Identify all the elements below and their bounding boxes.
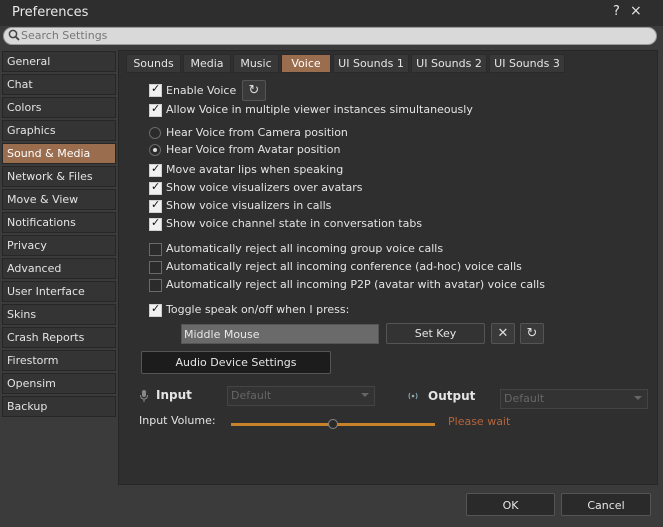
input-volume-label: Input Volume: bbox=[139, 414, 216, 427]
input-device-dropdown[interactable]: Default bbox=[227, 386, 375, 406]
toggle-speak-label: Toggle speak on/off when I press: bbox=[166, 303, 350, 316]
multi-instance-checkbox[interactable] bbox=[149, 102, 162, 117]
vis-avatars-checkbox[interactable] bbox=[149, 180, 162, 195]
hear-avatar-radio[interactable] bbox=[149, 144, 161, 156]
sidebar-item-privacy[interactable]: Privacy bbox=[2, 235, 116, 256]
chevron-down-icon bbox=[361, 393, 369, 397]
tab-voice[interactable]: Voice bbox=[281, 54, 331, 73]
chevron-down-icon bbox=[634, 396, 642, 400]
sidebar-item-notifications[interactable]: Notifications bbox=[2, 212, 116, 233]
input-volume-slider[interactable] bbox=[231, 419, 435, 429]
enable-voice-label: Enable Voice bbox=[166, 84, 237, 97]
reset-key-button[interactable]: ↻ bbox=[520, 323, 544, 344]
vis-calls-label: Show voice visualizers in calls bbox=[166, 199, 332, 212]
cancel-button[interactable]: Cancel bbox=[561, 493, 651, 516]
hear-camera-radio[interactable] bbox=[149, 127, 161, 139]
reject-conference-checkbox[interactable] bbox=[149, 261, 162, 274]
reject-p2p-checkbox[interactable] bbox=[149, 279, 162, 292]
channel-state-checkbox[interactable] bbox=[149, 216, 162, 231]
multi-instance-label: Allow Voice in multiple viewer instances… bbox=[166, 103, 473, 116]
close-icon: ✕ bbox=[497, 326, 509, 341]
sidebar-item-general[interactable]: General bbox=[2, 51, 116, 72]
sidebar-item-sound-media[interactable]: Sound & Media bbox=[2, 143, 116, 164]
lips-label: Move avatar lips when speaking bbox=[166, 163, 344, 176]
sidebar-item-advanced[interactable]: Advanced bbox=[2, 258, 116, 279]
enable-voice-checkbox[interactable] bbox=[149, 82, 162, 97]
refresh-icon: ↻ bbox=[248, 83, 260, 98]
window-title: Preferences bbox=[12, 5, 89, 20]
help-icon[interactable]: ? bbox=[613, 4, 620, 19]
sidebar-item-network-files[interactable]: Network & Files bbox=[2, 166, 116, 187]
microphone-icon bbox=[140, 390, 148, 402]
tab-music[interactable]: Music bbox=[233, 54, 279, 73]
sidebar-item-opensim[interactable]: Opensim bbox=[2, 373, 116, 394]
speaker-icon bbox=[408, 392, 418, 400]
sidebar-item-crash-reports[interactable]: Crash Reports bbox=[2, 327, 116, 348]
tab-sounds[interactable]: Sounds bbox=[126, 54, 181, 73]
tab-media[interactable]: Media bbox=[183, 54, 231, 73]
sidebar-item-graphics[interactable]: Graphics bbox=[2, 120, 116, 141]
speak-key-field[interactable]: Middle Mouse bbox=[181, 324, 379, 344]
close-icon[interactable]: × bbox=[630, 3, 642, 19]
title-bar bbox=[0, 0, 663, 26]
set-key-button[interactable]: Set Key bbox=[386, 323, 485, 344]
hear-avatar-label: Hear Voice from Avatar position bbox=[166, 143, 341, 156]
lips-checkbox[interactable] bbox=[149, 162, 162, 177]
output-device-value: Default bbox=[504, 392, 545, 405]
tab-ui-sounds-1[interactable]: UI Sounds 1 bbox=[333, 54, 409, 73]
vis-avatars-label: Show voice visualizers over avatars bbox=[166, 181, 363, 194]
sidebar-item-chat[interactable]: Chat bbox=[2, 74, 116, 95]
sidebar-item-move-view[interactable]: Move & View bbox=[2, 189, 116, 210]
reject-group-label: Automatically reject all incoming group … bbox=[166, 242, 444, 255]
tab-ui-sounds-2[interactable]: UI Sounds 2 bbox=[411, 54, 487, 73]
sidebar-item-user-interface[interactable]: User Interface bbox=[2, 281, 116, 302]
audio-device-settings-button[interactable]: Audio Device Settings bbox=[141, 351, 331, 374]
sidebar-item-skins[interactable]: Skins bbox=[2, 304, 116, 325]
channel-state-label: Show voice channel state in conversation… bbox=[166, 217, 423, 230]
refresh-icon: ↻ bbox=[526, 326, 538, 341]
input-device-value: Default bbox=[231, 389, 272, 402]
output-device-dropdown[interactable]: Default bbox=[500, 389, 648, 409]
output-label: Output bbox=[428, 389, 476, 403]
hear-camera-label: Hear Voice from Camera position bbox=[166, 126, 348, 139]
please-wait-text: Please wait bbox=[448, 415, 511, 428]
vis-calls-checkbox[interactable] bbox=[149, 198, 162, 213]
reject-conference-label: Automatically reject all incoming confer… bbox=[166, 260, 522, 273]
reject-group-checkbox[interactable] bbox=[149, 243, 162, 256]
search-input[interactable] bbox=[21, 28, 641, 42]
sidebar-item-backup[interactable]: Backup bbox=[2, 396, 116, 417]
toggle-speak-checkbox[interactable] bbox=[149, 302, 162, 317]
clear-key-button[interactable]: ✕ bbox=[491, 323, 515, 344]
refresh-voice-button[interactable]: ↻ bbox=[242, 80, 266, 101]
search-icon bbox=[8, 29, 20, 41]
slider-thumb[interactable] bbox=[328, 419, 338, 429]
input-label: Input bbox=[156, 388, 192, 402]
reject-p2p-label: Automatically reject all incoming P2P (a… bbox=[166, 278, 545, 291]
sidebar-item-colors[interactable]: Colors bbox=[2, 97, 116, 118]
sidebar-item-firestorm[interactable]: Firestorm bbox=[2, 350, 116, 371]
tab-ui-sounds-3[interactable]: UI Sounds 3 bbox=[489, 54, 565, 73]
ok-button[interactable]: OK bbox=[466, 493, 555, 516]
